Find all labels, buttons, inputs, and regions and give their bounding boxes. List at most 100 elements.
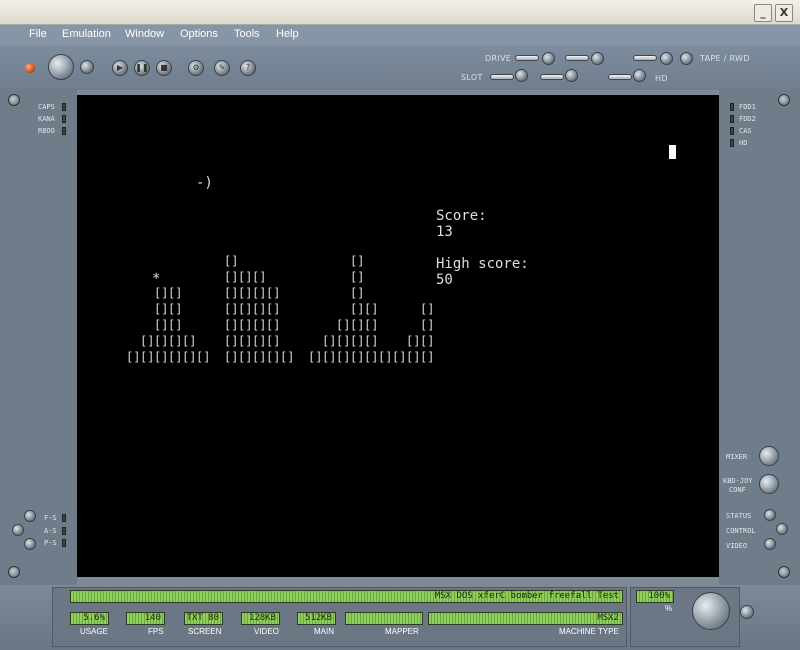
building-block: [] xyxy=(266,334,281,348)
building-block: [] xyxy=(420,318,435,332)
building-block: [] xyxy=(252,270,267,284)
caps-led-icon xyxy=(62,103,66,111)
help-icon: ? xyxy=(245,63,251,72)
toolbar: ▶ ❚❚ ■ ⚙ ✎ ? DRIVE SLOT TAPE / RWD HD xyxy=(0,45,800,90)
screen-lcd: TXT 80 xyxy=(184,612,223,625)
building-block: [] xyxy=(406,334,421,348)
minimize-button[interactable]: _ xyxy=(754,4,772,22)
screw-icon xyxy=(778,94,790,106)
stop-icon: ■ xyxy=(160,63,168,72)
rboo-led-icon xyxy=(62,127,66,135)
high-score-label: High score: xyxy=(436,256,529,272)
drive-b-slot[interactable] xyxy=(565,55,589,61)
hd-eject-button[interactable] xyxy=(633,69,646,82)
menu-options[interactable]: Options xyxy=(180,28,218,40)
kbd-joy-knob[interactable] xyxy=(759,474,779,494)
slot-a-eject-button[interactable] xyxy=(515,69,528,82)
mixer-knob[interactable] xyxy=(759,446,779,466)
score-value: 13 xyxy=(436,224,453,240)
ps-button[interactable] xyxy=(24,538,36,550)
title-bar: _ X xyxy=(0,0,800,25)
building-block: [] xyxy=(140,350,155,364)
building-block: [] xyxy=(420,302,435,316)
fdd1-led-icon xyxy=(730,103,734,111)
building-block: [] xyxy=(168,318,183,332)
building-block: [] xyxy=(224,334,239,348)
building-block: [] xyxy=(196,350,211,364)
speed-reset-button[interactable] xyxy=(740,605,754,619)
cas-indicator: CAS xyxy=(739,127,752,135)
tape-rewind-button[interactable] xyxy=(680,52,693,65)
building-block: [] xyxy=(252,350,267,364)
mapper-lcd xyxy=(345,612,423,625)
plane-sprite: -) xyxy=(196,175,213,191)
drive-a-slot[interactable] xyxy=(515,55,539,61)
building-block: [] xyxy=(420,334,435,348)
close-button[interactable]: X xyxy=(775,4,793,22)
speed-knob[interactable] xyxy=(692,592,730,630)
cas-led-icon xyxy=(730,127,734,135)
help-button[interactable]: ? xyxy=(240,60,256,76)
building-block: [] xyxy=(154,334,169,348)
screw-icon xyxy=(778,566,790,578)
control-button[interactable] xyxy=(776,523,788,535)
menu-emulation[interactable]: Emulation xyxy=(62,28,111,40)
usage-label: USAGE xyxy=(80,627,109,636)
tape-slot[interactable] xyxy=(633,55,657,61)
building-block: [] xyxy=(322,334,337,348)
building-block: [] xyxy=(252,318,267,332)
building-block: [] xyxy=(252,286,267,300)
kana-led-icon xyxy=(62,115,66,123)
emulator-screen[interactable]: -) * Score: 13 High score: 50 [][][][][]… xyxy=(77,95,719,577)
as-label: A-S xyxy=(44,527,57,535)
reset-button[interactable] xyxy=(80,60,94,74)
machine-type-lcd: MSX2 xyxy=(428,612,623,625)
building-block: [] xyxy=(350,270,365,284)
building-block: [] xyxy=(168,302,183,316)
building-block: [] xyxy=(266,350,281,364)
drive-b-eject-button[interactable] xyxy=(591,52,604,65)
screw-icon xyxy=(8,94,20,106)
settings-button[interactable]: ✎ xyxy=(214,60,230,76)
building-block: [] xyxy=(406,350,421,364)
properties-button[interactable]: ⚙ xyxy=(188,60,204,76)
menu-tools[interactable]: Tools xyxy=(234,28,260,40)
video-label: VIDEO xyxy=(254,627,279,636)
building-block: [] xyxy=(224,270,239,284)
menu-file[interactable]: File xyxy=(29,28,47,40)
hd-slot[interactable] xyxy=(608,74,632,80)
menu-help[interactable]: Help xyxy=(276,28,299,40)
as-button[interactable] xyxy=(12,524,24,536)
slot-b-eject-button[interactable] xyxy=(565,69,578,82)
building-block: [] xyxy=(168,286,183,300)
power-knob[interactable] xyxy=(48,54,74,80)
menu-window[interactable]: Window xyxy=(125,28,164,40)
speed-lcd: 100% xyxy=(636,590,674,603)
building-block: [] xyxy=(154,302,169,316)
building-block: [] xyxy=(378,350,393,364)
building-block: [] xyxy=(266,302,281,316)
video-button[interactable] xyxy=(764,538,776,550)
drive-a-eject-button[interactable] xyxy=(542,52,555,65)
building-block: [] xyxy=(224,318,239,332)
building-block: [] xyxy=(336,350,351,364)
pause-button[interactable]: ❚❚ xyxy=(134,60,150,76)
fs-button[interactable] xyxy=(24,510,36,522)
building-block: [] xyxy=(238,318,253,332)
tape-eject-button[interactable] xyxy=(660,52,673,65)
main-label: MAIN xyxy=(314,627,334,636)
slot-a-slot[interactable] xyxy=(490,74,514,80)
play-button[interactable]: ▶ xyxy=(112,60,128,76)
building-block: [] xyxy=(224,302,239,316)
building-block: [] xyxy=(308,350,323,364)
slot-b-slot[interactable] xyxy=(540,74,564,80)
main-lcd: 512KB xyxy=(297,612,336,625)
stop-button[interactable]: ■ xyxy=(156,60,172,76)
building-block: [] xyxy=(336,318,351,332)
high-score-value: 50 xyxy=(436,272,453,288)
hd-led-icon xyxy=(730,139,734,147)
bomb-sprite: * xyxy=(152,271,161,287)
status-button[interactable] xyxy=(764,509,776,521)
conf-label: CONF xyxy=(729,486,746,494)
score-label: Score: xyxy=(436,208,487,224)
